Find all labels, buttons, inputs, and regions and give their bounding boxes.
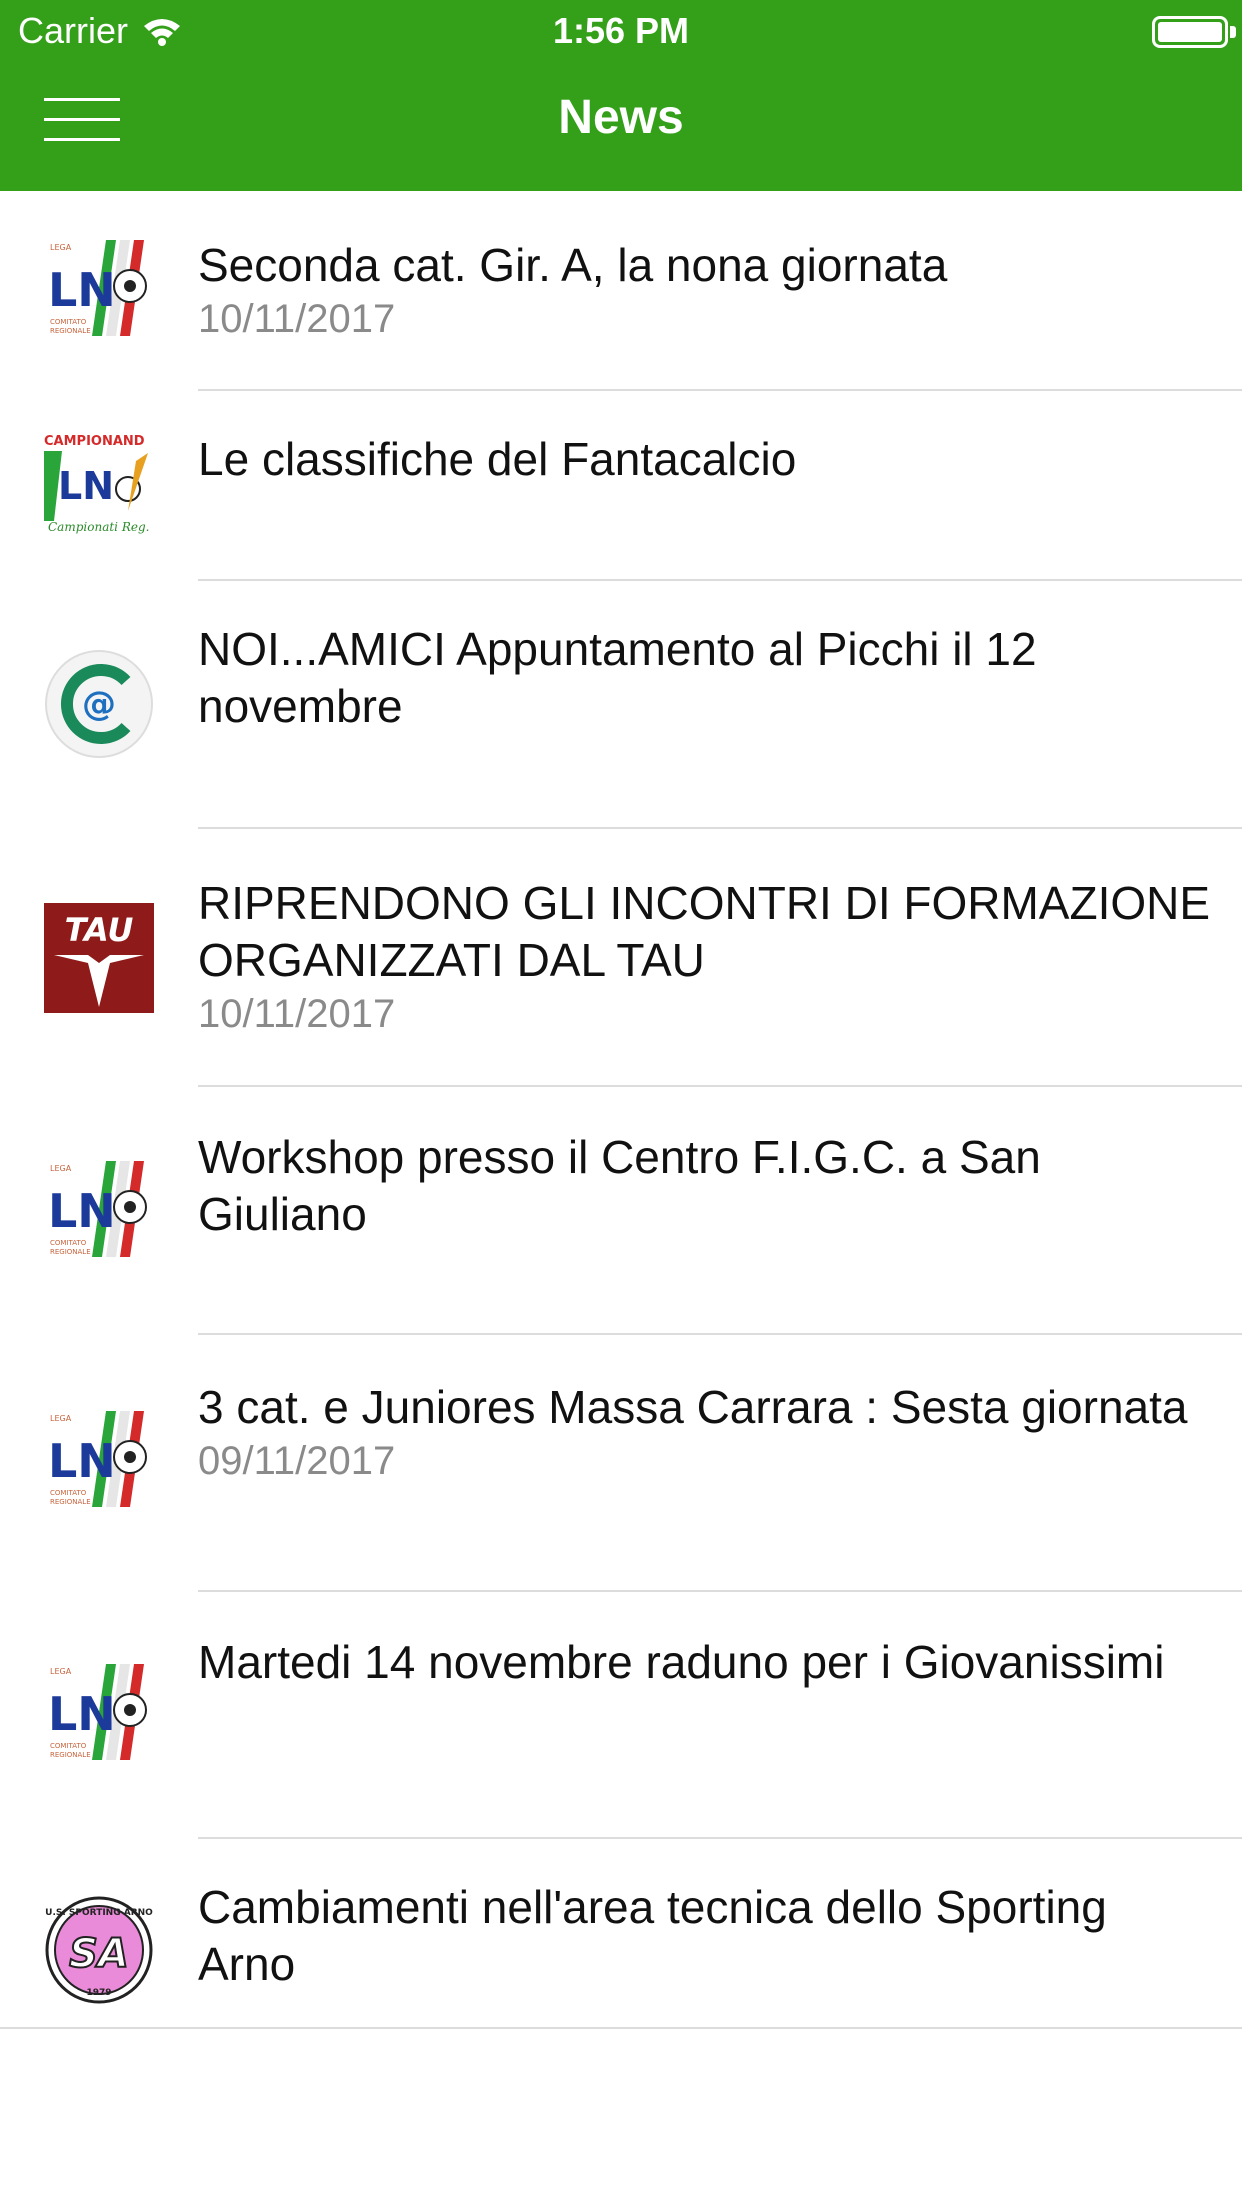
news-item[interactable]: TAU RIPRENDONO GLI INCONTRI DI FORMAZION… bbox=[0, 829, 1242, 1087]
svg-text:COMITATO: COMITATO bbox=[50, 1239, 87, 1247]
lnd-logo-icon: LEGA LN COMITATO REGIONALE bbox=[44, 236, 154, 346]
svg-text:LN: LN bbox=[58, 464, 114, 508]
svg-text:REGIONALE: REGIONALE bbox=[50, 1498, 91, 1506]
battery-icon bbox=[1152, 16, 1228, 48]
svg-text:LEGA: LEGA bbox=[50, 243, 72, 252]
news-item[interactable]: LEGA LN COMITATO REGIONALE 3 cat. e Juni… bbox=[0, 1335, 1242, 1592]
svg-text:LN: LN bbox=[48, 1434, 116, 1488]
news-date: 10/11/2017 bbox=[198, 297, 396, 341]
svg-text:LN: LN bbox=[48, 1687, 116, 1741]
svg-text:1979: 1979 bbox=[86, 1988, 111, 1998]
navigation-header: Carrier 1:56 PM News bbox=[0, 0, 1242, 191]
svg-text:LN: LN bbox=[48, 1184, 116, 1238]
battery-tip bbox=[1230, 26, 1236, 38]
news-title: 3 cat. e Juniores Massa Carrara : Sesta … bbox=[198, 1381, 1188, 1433]
news-title: Seconda cat. Gir. A, la nona giornata bbox=[198, 239, 948, 291]
svg-text:@: @ bbox=[82, 684, 116, 724]
svg-text:LN: LN bbox=[48, 263, 116, 317]
news-date: 09/11/2017 bbox=[198, 1439, 396, 1483]
news-title: NOI...AMICI Appuntamento al Picchi il 12… bbox=[198, 623, 1037, 732]
news-item[interactable]: U.S. SPORTING ARNO SA 1979 Cambiamenti n… bbox=[0, 1839, 1242, 2029]
news-title: RIPRENDONO GLI INCONTRI DI FORMAZIONE OR… bbox=[198, 877, 1211, 986]
lnd-logo-icon: LEGA LN COMITATO REGIONALE bbox=[44, 1157, 154, 1267]
status-bar: Carrier 1:56 PM bbox=[0, 0, 1242, 60]
svg-text:COMITATO: COMITATO bbox=[50, 318, 87, 326]
svg-text:LEGA: LEGA bbox=[50, 1667, 72, 1676]
news-date: 10/11/2017 bbox=[198, 992, 396, 1036]
svg-text:CAMPIONAND: CAMPIONAND bbox=[44, 434, 145, 449]
news-item[interactable]: LEGA LN COMITATO REGIONALE Seconda cat. … bbox=[0, 191, 1242, 391]
svg-text:U.S. SPORTING ARNO: U.S. SPORTING ARNO bbox=[45, 1908, 153, 1918]
at-sign-logo-icon: @ bbox=[44, 649, 154, 759]
svg-text:LEGA: LEGA bbox=[50, 1414, 72, 1423]
news-item[interactable]: LEGA LN COMITATO REGIONALE Martedi 14 no… bbox=[0, 1592, 1242, 1839]
news-title: Cambiamenti nell'area tecnica dello Spor… bbox=[198, 1881, 1107, 1990]
svg-text:REGIONALE: REGIONALE bbox=[50, 327, 91, 335]
status-time: 1:56 PM bbox=[552, 10, 690, 51]
sporting-arno-logo-icon: U.S. SPORTING ARNO SA 1979 bbox=[44, 1895, 154, 2005]
news-title: Martedi 14 novembre raduno per i Giovani… bbox=[198, 1636, 1165, 1688]
news-item[interactable]: CAMPIONAND LN Campionati Reg. Le classif… bbox=[0, 391, 1242, 581]
svg-text:COMITATO: COMITATO bbox=[50, 1742, 87, 1750]
news-list: LEGA LN COMITATO REGIONALE Seconda cat. … bbox=[0, 191, 1242, 2029]
svg-text:TAU: TAU bbox=[65, 911, 134, 949]
lnd-logo-icon: LEGA LN COMITATO REGIONALE bbox=[44, 1660, 154, 1770]
svg-text:REGIONALE: REGIONALE bbox=[50, 1248, 91, 1256]
svg-text:COMITATO: COMITATO bbox=[50, 1489, 87, 1497]
svg-text:LEGA: LEGA bbox=[50, 1164, 72, 1173]
tau-logo-icon: TAU bbox=[44, 903, 154, 1013]
lnd-logo-icon: LEGA LN COMITATO REGIONALE bbox=[44, 1407, 154, 1517]
news-item[interactable]: LEGA LN COMITATO REGIONALE Workshop pres… bbox=[0, 1087, 1242, 1335]
news-title: Le classifiche del Fantacalcio bbox=[198, 433, 797, 485]
svg-text:SA: SA bbox=[69, 1931, 129, 1977]
page-title: News bbox=[558, 91, 684, 144]
svg-text:Campionati Reg.: Campionati Reg. bbox=[48, 520, 149, 534]
svg-text:REGIONALE: REGIONALE bbox=[50, 1751, 91, 1759]
campionando-logo-icon: CAMPIONAND LN Campionati Reg. bbox=[44, 431, 154, 541]
news-title: Workshop presso il Centro F.I.G.C. a San… bbox=[198, 1131, 1041, 1240]
news-item[interactable]: @ NOI...AMICI Appuntamento al Picchi il … bbox=[0, 581, 1242, 829]
